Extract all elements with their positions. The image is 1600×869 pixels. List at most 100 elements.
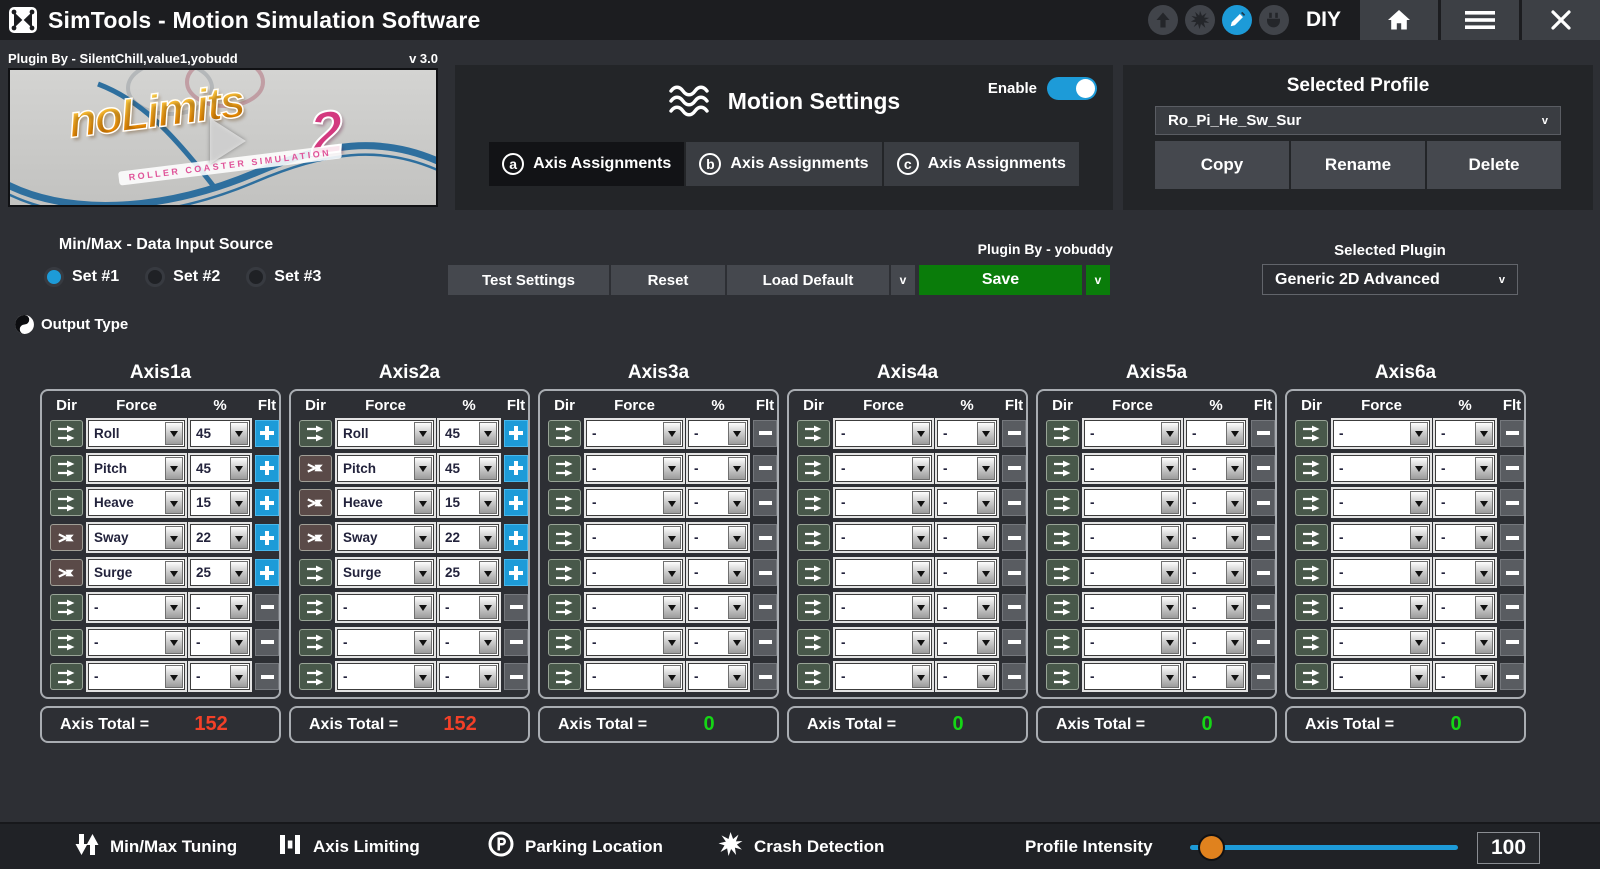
filter-minus-button[interactable]	[255, 663, 279, 690]
output-type[interactable]: Output Type	[14, 314, 128, 335]
direction-parallel-button[interactable]	[50, 629, 83, 656]
direction-parallel-button[interactable]	[1046, 420, 1079, 447]
direction-parallel-button[interactable]	[299, 594, 332, 621]
dropdown-arrow-icon[interactable]	[165, 561, 183, 584]
filter-minus-button[interactable]	[753, 629, 777, 656]
percent-select[interactable]: -	[1186, 420, 1246, 447]
dropdown-arrow-icon[interactable]	[165, 491, 183, 514]
filter-minus-button[interactable]	[1500, 594, 1524, 621]
dropdown-arrow-icon[interactable]	[230, 665, 248, 688]
filter-minus-button[interactable]	[1251, 663, 1275, 690]
dropdown-arrow-icon[interactable]	[1161, 422, 1179, 445]
dropdown-arrow-icon[interactable]	[912, 665, 930, 688]
footer-parking-location[interactable]: Parking Location	[488, 824, 663, 869]
dropdown-arrow-icon[interactable]	[1475, 526, 1493, 549]
filter-minus-button[interactable]	[753, 489, 777, 516]
dropdown-arrow-icon[interactable]	[1226, 526, 1244, 549]
rename-button[interactable]: Rename	[1291, 141, 1425, 189]
filter-minus-button[interactable]	[255, 594, 279, 621]
dropdown-arrow-icon[interactable]	[1410, 665, 1428, 688]
direction-parallel-button[interactable]	[1046, 663, 1079, 690]
percent-select[interactable]: -	[1186, 489, 1246, 516]
dropdown-arrow-icon[interactable]	[912, 457, 930, 480]
filter-plus-button[interactable]	[255, 559, 279, 586]
dropdown-arrow-icon[interactable]	[230, 491, 248, 514]
dropdown-arrow-icon[interactable]	[1475, 665, 1493, 688]
force-select[interactable]: -	[1084, 629, 1181, 656]
filter-plus-button[interactable]	[504, 489, 528, 516]
gear-burst-icon[interactable]	[1185, 5, 1215, 35]
dropdown-arrow-icon[interactable]	[663, 561, 681, 584]
direction-crossed-button[interactable]	[50, 559, 83, 586]
dropdown-arrow-icon[interactable]	[1161, 596, 1179, 619]
direction-parallel-button[interactable]	[1295, 559, 1328, 586]
save-dropdown-button[interactable]: v	[1086, 265, 1110, 295]
percent-select[interactable]: -	[1435, 559, 1495, 586]
dropdown-arrow-icon[interactable]	[912, 596, 930, 619]
dropdown-arrow-icon[interactable]	[663, 526, 681, 549]
direction-parallel-button[interactable]	[548, 420, 581, 447]
percent-select[interactable]: -	[1435, 420, 1495, 447]
dropdown-arrow-icon[interactable]	[1410, 631, 1428, 654]
force-select[interactable]: -	[835, 559, 932, 586]
force-select[interactable]: Roll	[88, 420, 185, 447]
dropdown-arrow-icon[interactable]	[414, 631, 432, 654]
percent-select[interactable]: -	[937, 489, 997, 516]
percent-select[interactable]: -	[937, 629, 997, 656]
filter-minus-button[interactable]	[1002, 559, 1026, 586]
dropdown-arrow-icon[interactable]	[479, 665, 497, 688]
percent-select[interactable]: -	[439, 594, 499, 621]
force-select[interactable]: -	[835, 594, 932, 621]
percent-select[interactable]: 25	[190, 559, 250, 586]
percent-select[interactable]: -	[439, 629, 499, 656]
direction-parallel-button[interactable]	[797, 559, 830, 586]
filter-plus-button[interactable]	[255, 524, 279, 551]
dropdown-arrow-icon[interactable]	[728, 422, 746, 445]
dropdown-arrow-icon[interactable]	[1475, 422, 1493, 445]
dropdown-arrow-icon[interactable]	[728, 596, 746, 619]
dropdown-arrow-icon[interactable]	[728, 457, 746, 480]
force-select[interactable]: -	[337, 629, 434, 656]
filter-plus-button[interactable]	[255, 420, 279, 447]
dropdown-arrow-icon[interactable]	[912, 631, 930, 654]
direction-parallel-button[interactable]	[548, 629, 581, 656]
direction-parallel-button[interactable]	[50, 663, 83, 690]
force-select[interactable]: -	[88, 629, 185, 656]
percent-select[interactable]: 22	[190, 524, 250, 551]
reset-button[interactable]: Reset	[611, 265, 725, 295]
direction-parallel-button[interactable]	[50, 420, 83, 447]
force-select[interactable]: -	[1084, 524, 1181, 551]
dropdown-arrow-icon[interactable]	[1161, 561, 1179, 584]
dropdown-arrow-icon[interactable]	[1161, 457, 1179, 480]
direction-parallel-button[interactable]	[797, 594, 830, 621]
direction-parallel-button[interactable]	[50, 489, 83, 516]
direction-parallel-button[interactable]	[299, 663, 332, 690]
dropdown-arrow-icon[interactable]	[977, 422, 995, 445]
filter-minus-button[interactable]	[1500, 455, 1524, 482]
radio-set-1[interactable]: Set #1	[44, 267, 119, 287]
percent-select[interactable]: -	[688, 524, 748, 551]
force-select[interactable]: Surge	[337, 559, 434, 586]
direction-parallel-button[interactable]	[548, 559, 581, 586]
percent-select[interactable]: -	[1435, 663, 1495, 690]
direction-parallel-button[interactable]	[1295, 663, 1328, 690]
dropdown-arrow-icon[interactable]	[1226, 422, 1244, 445]
dropdown-arrow-icon[interactable]	[479, 631, 497, 654]
filter-plus-button[interactable]	[504, 524, 528, 551]
force-select[interactable]: -	[586, 594, 683, 621]
test-settings-button[interactable]: Test Settings	[448, 265, 609, 295]
dropdown-arrow-icon[interactable]	[1226, 665, 1244, 688]
direction-parallel-button[interactable]	[797, 524, 830, 551]
percent-select[interactable]: -	[688, 489, 748, 516]
filter-plus-button[interactable]	[504, 559, 528, 586]
load-default-button[interactable]: Load Default	[727, 265, 889, 295]
direction-parallel-button[interactable]	[1046, 455, 1079, 482]
radio-icon[interactable]	[44, 267, 64, 287]
dropdown-arrow-icon[interactable]	[977, 457, 995, 480]
direction-parallel-button[interactable]	[797, 420, 830, 447]
force-select[interactable]: -	[835, 489, 932, 516]
percent-select[interactable]: -	[1435, 594, 1495, 621]
dropdown-arrow-icon[interactable]	[1161, 665, 1179, 688]
percent-select[interactable]: -	[688, 629, 748, 656]
dropdown-arrow-icon[interactable]	[165, 422, 183, 445]
